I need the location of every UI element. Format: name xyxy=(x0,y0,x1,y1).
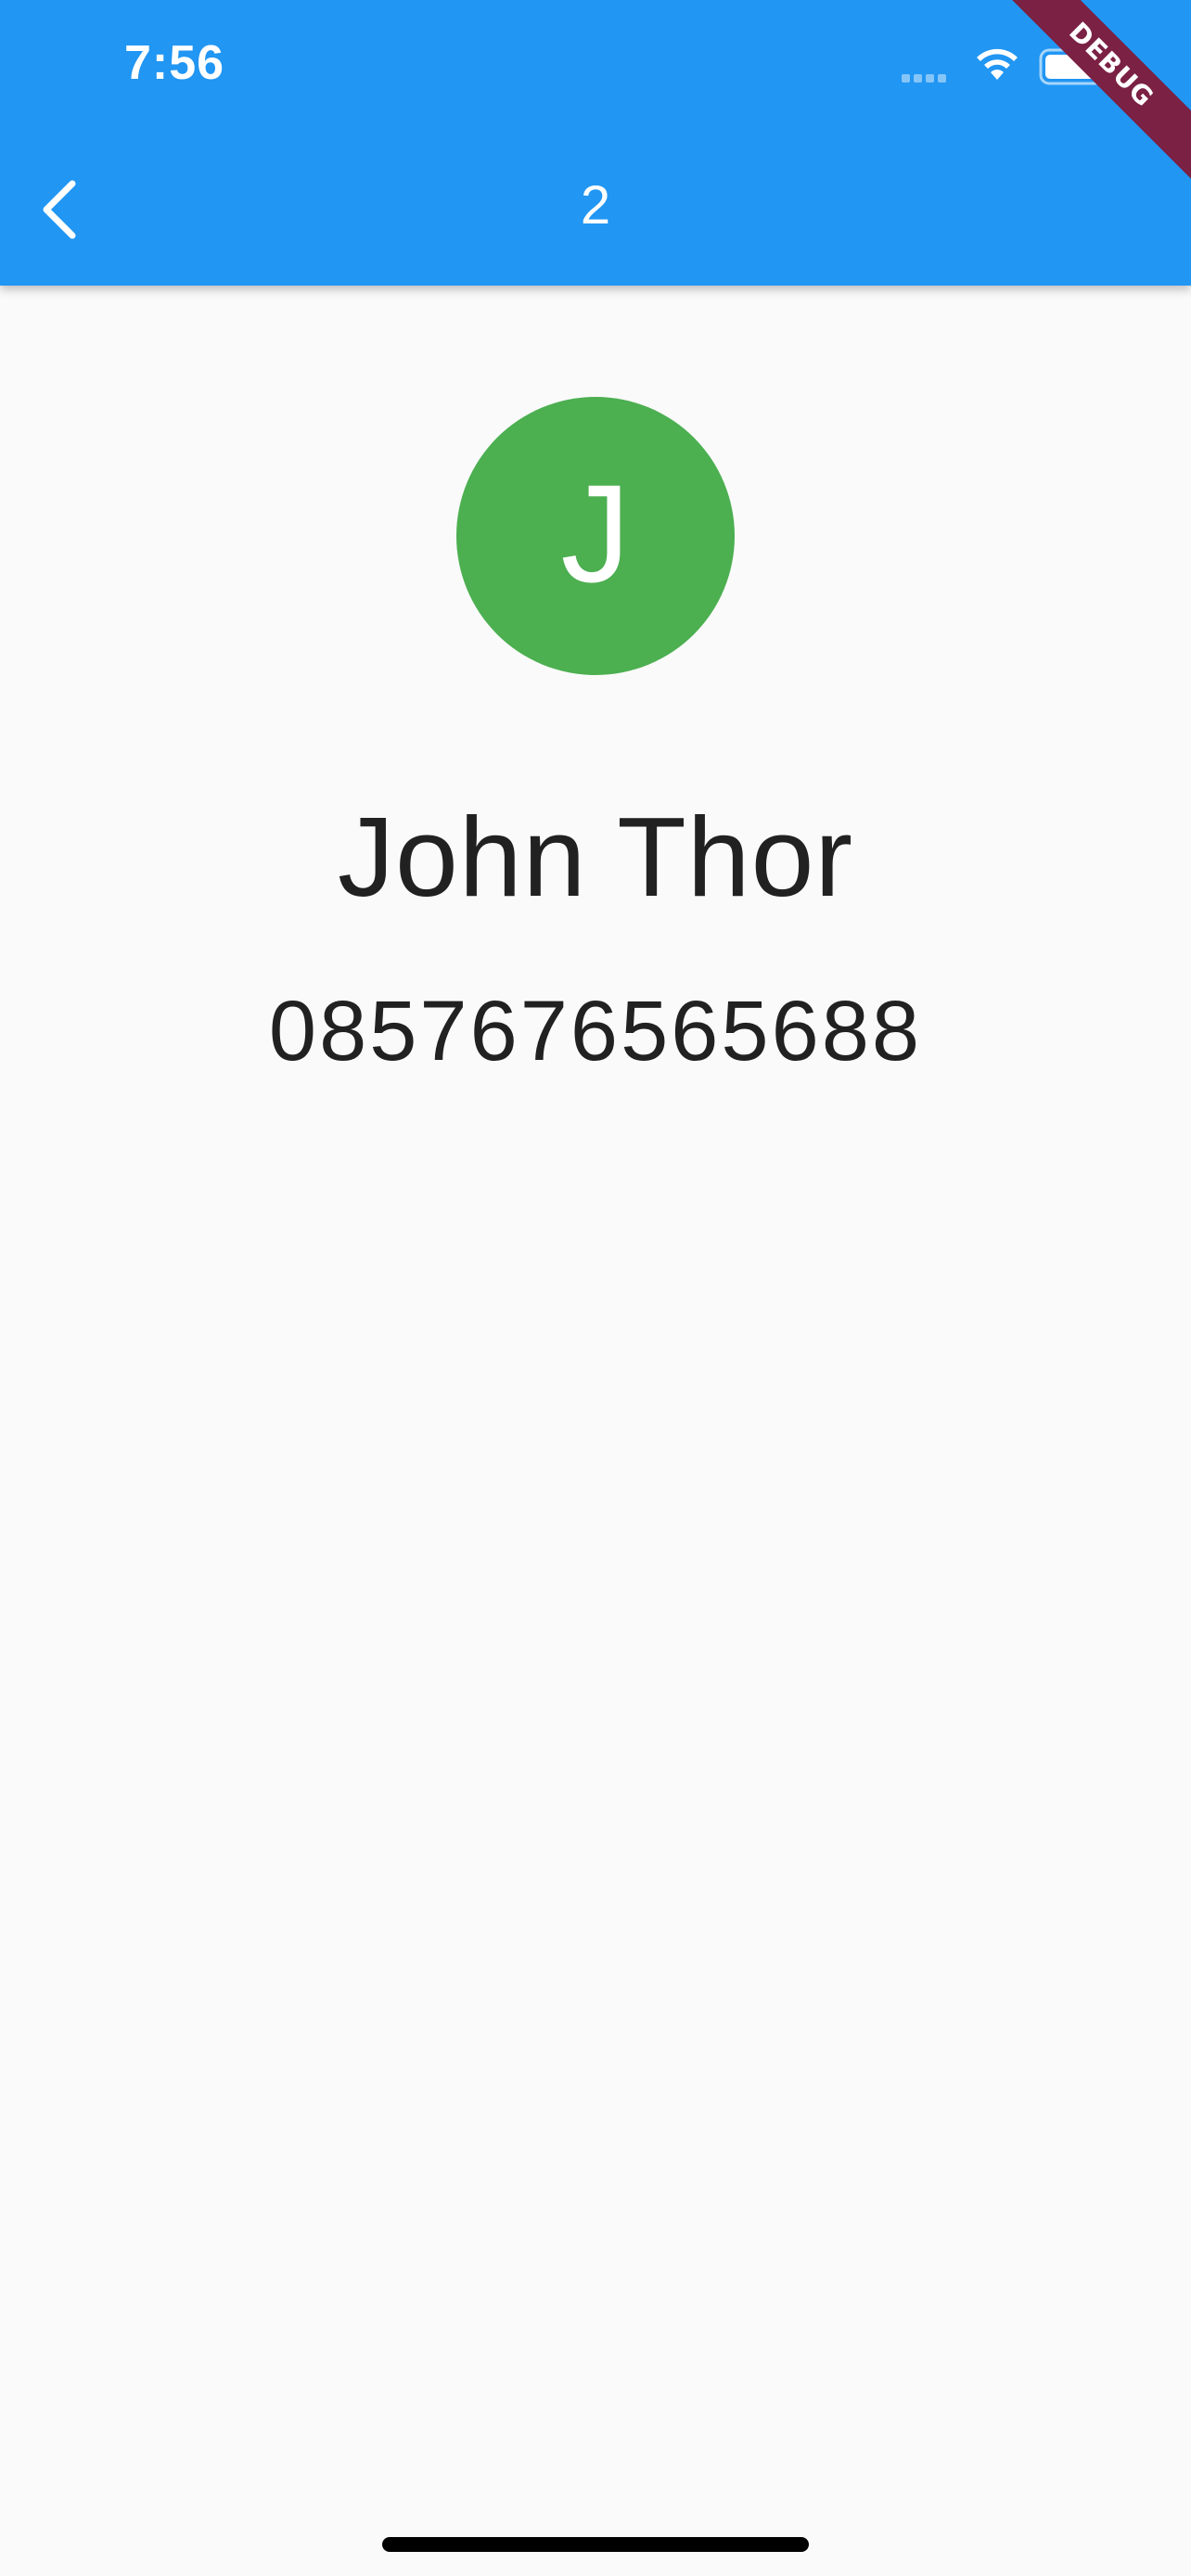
app-bar: 7:56 2 xyxy=(0,0,1191,286)
wifi-icon xyxy=(977,48,1018,80)
battery-icon xyxy=(1039,48,1110,85)
contact-name: John Thor xyxy=(337,794,854,920)
avatar-initial: J xyxy=(560,454,631,611)
contact-phone: 0857676565688 xyxy=(268,984,923,1078)
home-indicator[interactable] xyxy=(382,2537,809,2552)
status-time: 7:56 xyxy=(124,36,225,90)
cellular-signal-icon xyxy=(902,74,946,83)
avatar: J xyxy=(456,397,735,675)
page-title: 2 xyxy=(580,175,611,236)
